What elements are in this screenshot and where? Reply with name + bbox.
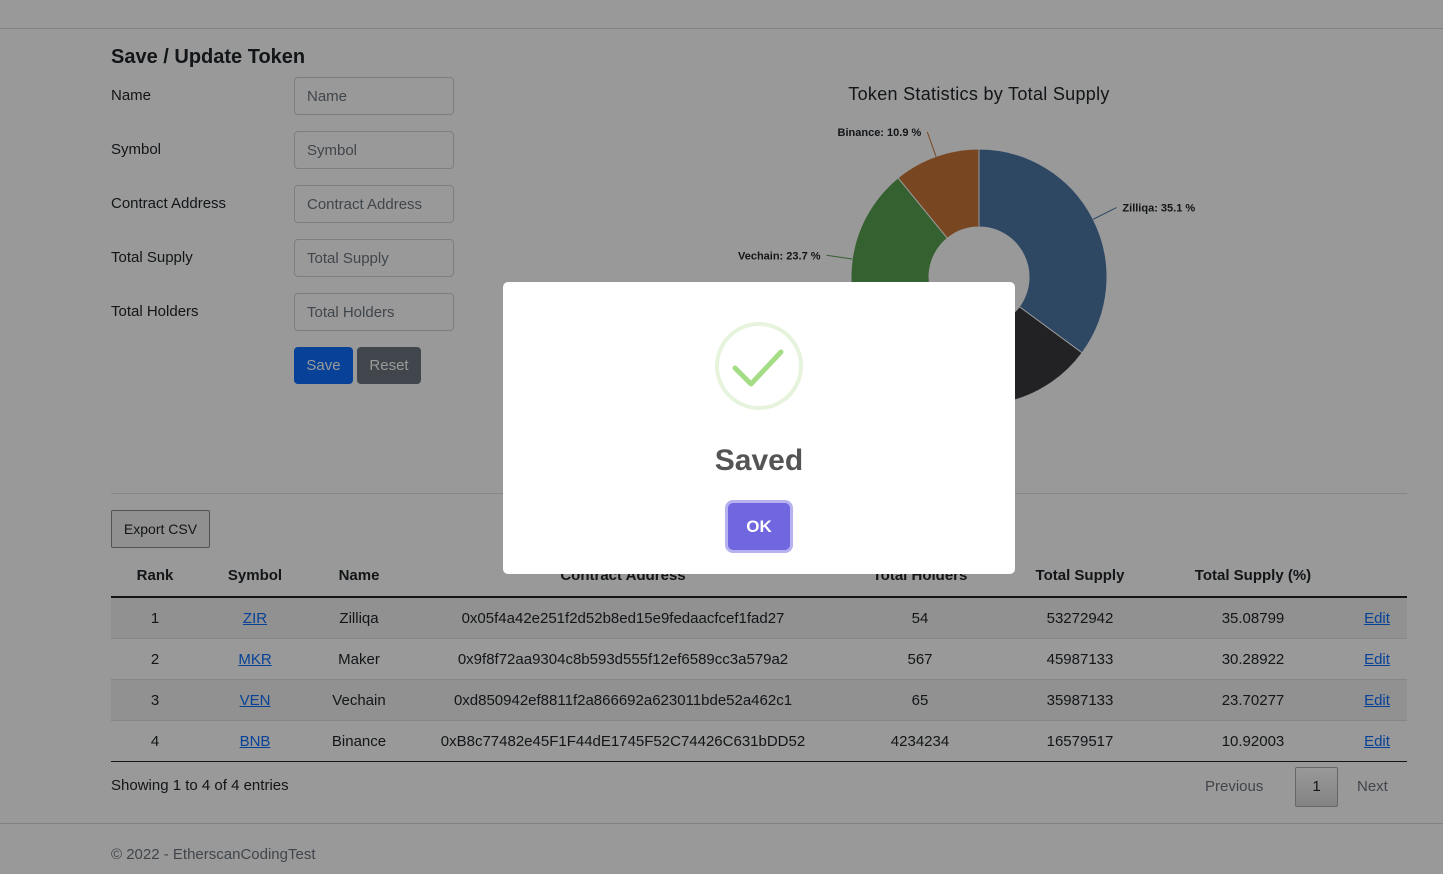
dialog-title: Saved bbox=[714, 444, 804, 477]
ok-button[interactable]: OK bbox=[728, 503, 790, 550]
success-check-icon bbox=[715, 322, 803, 410]
success-dialog: Saved OK bbox=[503, 282, 1015, 574]
